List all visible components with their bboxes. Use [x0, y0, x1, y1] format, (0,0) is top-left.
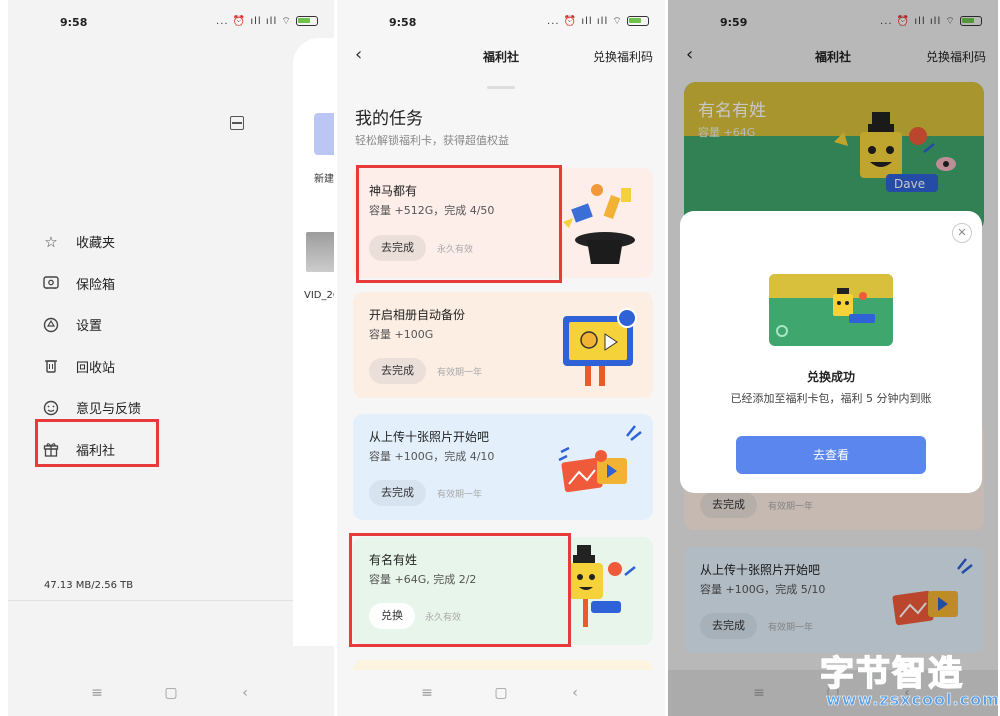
battery-icon: [296, 16, 318, 26]
home-nav-icon[interactable]: ▢: [494, 685, 508, 701]
menu-item-recycle-bin[interactable]: 回收站: [40, 346, 141, 388]
redeem-success-screen: 9:59 ... ⏰ ıll ıll ⌔ ‹ 福利社 兑换福利码 有名有姓 容量…: [668, 0, 998, 716]
status-time: 9:58: [389, 16, 417, 29]
video-thumbnail[interactable]: [306, 232, 334, 272]
task-validity: 有效期一年: [437, 368, 483, 378]
go-complete-button[interactable]: 去完成: [369, 480, 426, 506]
menu-item-settings[interactable]: 设置: [40, 304, 141, 346]
dave-mini-icon: [833, 288, 875, 323]
redeem-code-link[interactable]: 兑换福利码: [593, 48, 653, 65]
settings-icon: [40, 314, 62, 336]
go-complete-button[interactable]: 去完成: [369, 358, 426, 384]
menu-item-safe[interactable]: 保险箱: [40, 263, 141, 305]
section-title: 我的任务: [355, 109, 423, 129]
task-desc: 容量 +100G: [369, 328, 434, 341]
divider: [8, 600, 293, 601]
back-nav-icon[interactable]: ‹: [238, 685, 252, 701]
magic-hat-illustration: [563, 184, 635, 264]
menu-nav-icon[interactable]: ≡: [420, 685, 434, 701]
watermark-logo: 字节智造 www.zsxcool.com: [819, 646, 999, 712]
scroll-indicator: [487, 86, 515, 89]
safe-icon: [40, 272, 62, 294]
task-card[interactable]: 从上传十张照片开始吧 容量 +100G，完成 4/10 去完成 有效期一年: [353, 414, 653, 520]
system-nav-bar: ≡ ▢ ‹: [337, 670, 665, 716]
task-title: 从上传十张照片开始吧: [369, 430, 490, 444]
task-desc: 容量 +100G，完成 4/10: [369, 450, 495, 463]
scan-icon[interactable]: [230, 116, 244, 130]
top-bar: ‹ 福利社 兑换福利码: [337, 40, 665, 72]
status-icons: ... ⏰ ıll ıll ⌔: [216, 15, 318, 28]
status-time: 9:58: [60, 16, 88, 29]
photo-upload-illustration: [558, 425, 642, 493]
view-button[interactable]: 去查看: [736, 436, 926, 474]
video-file-label: VID_20: [304, 290, 334, 301]
task-title: 开启相册自动备份: [369, 308, 466, 322]
welfare-tasks-screen: 9:58 ... ⏰ ıll ıll ⌔ ‹ 福利社 兑换福利码 我的任务 轻松…: [337, 0, 665, 716]
home-nav-icon[interactable]: ▢: [164, 685, 178, 701]
dialog-description: 已经添加至福利卡包，福利 5 分钟内到账: [730, 392, 932, 405]
dialog-title: 兑换成功: [806, 370, 855, 384]
battery-icon: [627, 16, 649, 26]
file-manager-drawer-screen: 9:58 ... ⏰ ıll ıll ⌔ 新建 VID_20 ☆ 收藏夹 保险箱…: [8, 0, 334, 716]
star-icon: ☆: [44, 232, 58, 251]
folder-icon[interactable]: [314, 113, 334, 155]
back-nav-icon[interactable]: ‹: [568, 685, 582, 701]
status-bar: 9:58 ... ⏰ ıll ıll ⌔: [8, 0, 334, 46]
section-subtitle: 轻松解锁福利卡，获得超值权益: [355, 134, 509, 147]
watermark-text: 字节智造: [819, 653, 964, 695]
storage-usage: 47.13 MB/2.56 TB: [44, 580, 134, 591]
smile-icon: [40, 397, 62, 419]
task-card[interactable]: 开启相册自动备份 容量 +100G 去完成 有效期一年: [353, 292, 653, 398]
new-folder-label: 新建: [314, 174, 334, 185]
redeem-success-dialog: ✕ 兑换成功 已经添加至福利卡包，福利 5 分钟内到账 去查看: [680, 211, 982, 493]
highlight-task-1: [356, 165, 562, 283]
highlight-task-4: [349, 533, 571, 647]
welfare-card-thumbnail: [769, 274, 893, 346]
status-icons: ... ⏰ ıll ıll ⌔: [547, 15, 649, 28]
system-nav-bar: ≡ ▢ ‹: [8, 670, 334, 716]
trash-icon: [40, 355, 62, 377]
menu-item-favorites[interactable]: ☆ 收藏夹: [40, 221, 141, 263]
menu-nav-icon[interactable]: ≡: [90, 685, 104, 701]
task-validity: 有效期一年: [437, 490, 483, 500]
card-ring-icon: [776, 325, 788, 337]
photo-backup-illustration: [563, 308, 637, 386]
close-icon[interactable]: ✕: [952, 223, 972, 243]
highlight-welfare: [35, 419, 159, 467]
watermark-url: www.zsxcool.com: [826, 690, 1000, 710]
